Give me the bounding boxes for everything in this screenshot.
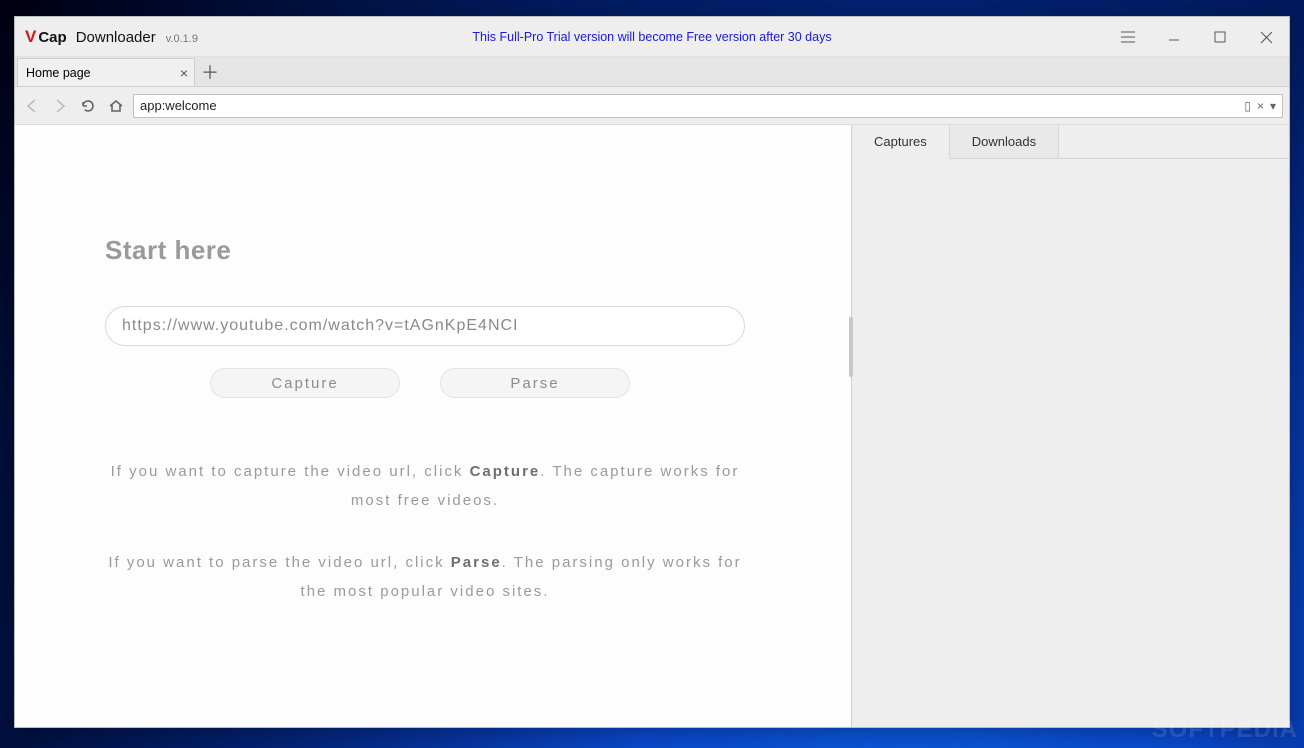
splitter-handle[interactable] (849, 317, 853, 377)
start-here-heading: Start here (105, 235, 761, 266)
capture-button[interactable]: Capture (210, 368, 400, 398)
welcome-page: Start here Capture Parse If you want to … (15, 125, 851, 606)
side-panel-body (852, 159, 1289, 727)
app-logo: V Cap Downloader v.0.1.9 (25, 27, 198, 47)
nav-bar: app:welcome ▯ × ▾ (15, 87, 1289, 125)
capture-hint: If you want to capture the video url, cl… (105, 458, 745, 515)
action-buttons: Capture Parse (210, 368, 761, 398)
reload-icon[interactable] (77, 95, 99, 117)
tab-label: Home page (26, 66, 91, 80)
app-window: V Cap Downloader v.0.1.9 This Full-Pro T… (14, 16, 1290, 728)
address-bar[interactable]: app:welcome ▯ × ▾ (133, 94, 1283, 118)
address-value: app:welcome (140, 98, 217, 113)
logo-text-cap: Cap (38, 29, 66, 46)
tab-captures[interactable]: Captures (852, 125, 950, 159)
body: Start here Capture Parse If you want to … (15, 125, 1289, 727)
close-button[interactable] (1243, 17, 1289, 57)
home-icon[interactable] (105, 95, 127, 117)
close-icon[interactable]: × (180, 65, 188, 81)
window-controls (1105, 17, 1289, 57)
parse-hint: If you want to parse the video url, clic… (105, 549, 745, 606)
bookmark-icon[interactable]: ▯ (1244, 99, 1251, 113)
hamburger-icon[interactable] (1105, 17, 1151, 57)
side-panel: Captures Downloads (851, 125, 1289, 727)
forward-icon[interactable] (49, 95, 71, 117)
minimize-button[interactable] (1151, 17, 1197, 57)
clear-address-icon[interactable]: × (1257, 99, 1264, 113)
back-icon[interactable] (21, 95, 43, 117)
content-area: Start here Capture Parse If you want to … (15, 125, 851, 727)
video-url-input[interactable] (105, 306, 745, 346)
address-dropdown-icon[interactable]: ▾ (1270, 99, 1276, 113)
tab-strip: Home page × ＋ (15, 57, 1289, 87)
logo-letter-v: V (25, 27, 35, 47)
version-label: v.0.1.9 (166, 33, 198, 45)
side-tabs: Captures Downloads (852, 125, 1289, 159)
tab-home-page[interactable]: Home page × (17, 58, 195, 86)
logo-text-downloader: Downloader (76, 29, 156, 46)
trial-banner: This Full-Pro Trial version will become … (472, 30, 831, 44)
parse-button[interactable]: Parse (440, 368, 630, 398)
new-tab-button[interactable]: ＋ (195, 58, 225, 86)
titlebar: V Cap Downloader v.0.1.9 This Full-Pro T… (15, 17, 1289, 57)
maximize-button[interactable] (1197, 17, 1243, 57)
tab-downloads[interactable]: Downloads (950, 125, 1059, 159)
